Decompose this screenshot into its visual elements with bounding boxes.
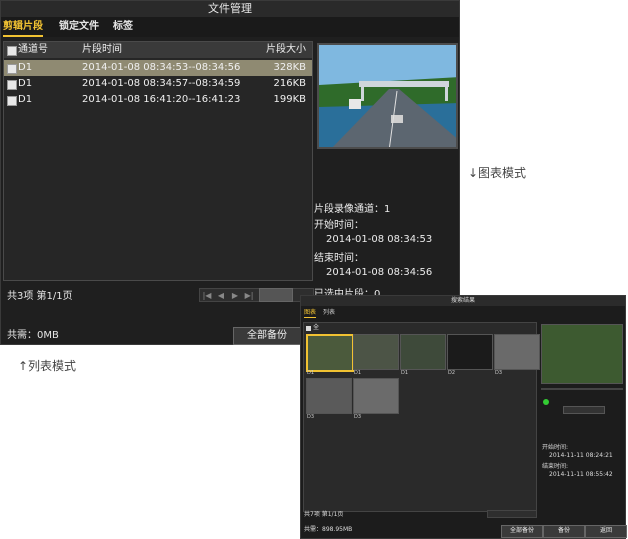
end-time-label: 结束时间： [314, 253, 364, 264]
channel-info: 片段录像通道：1 [314, 204, 391, 215]
select-all-checkbox[interactable] [7, 46, 17, 56]
pager: |◀ ◀ ▶ ▶| [199, 288, 314, 302]
list-mode-caption: ↑列表模式 [18, 359, 77, 373]
thumbnail[interactable] [306, 378, 352, 414]
file-manager-window: 文件管理 剪辑片段 锁定文件 标签 通道号 片段时间 片段大小 D1 2014-… [0, 0, 460, 345]
thumbnail[interactable] [353, 378, 399, 414]
video-preview[interactable] [541, 324, 623, 384]
playback-controls[interactable] [563, 406, 605, 414]
thumbnail-label: D1 [307, 370, 315, 376]
tab-tags[interactable]: 标签 [113, 19, 133, 35]
tab-list[interactable]: 列表 [323, 308, 335, 317]
play-status-icon [543, 399, 549, 405]
total-size: 共需：898.95MB [304, 526, 353, 533]
end-time-label: 结束时间: [542, 463, 569, 470]
row-size: 328KB [273, 62, 306, 73]
row-channel: D1 [18, 94, 33, 105]
list-header: 通道号 片段时间 片段大小 [4, 42, 312, 58]
timeline-bar[interactable] [541, 388, 623, 390]
highway-preview-image [319, 45, 456, 147]
thumbnail-label: D3 [495, 370, 503, 376]
row-size: 199KB [273, 94, 306, 105]
item-summary: 共7项 第1/1页 [304, 511, 344, 518]
end-time-value: 2014-11-11 08:55:42 [549, 471, 613, 478]
table-row[interactable]: D1 2014-01-08 08:34:57--08:34:59 216KB [4, 76, 312, 92]
backup-button[interactable]: 备份 [543, 525, 585, 538]
start-time-value: 2014-11-11 08:24:21 [549, 452, 613, 459]
row-time: 2014-01-08 08:34:53--08:34:56 [82, 62, 241, 73]
thumbnail[interactable] [400, 334, 446, 370]
tab-bar: 剪辑片段 锁定文件 标签 [1, 17, 459, 37]
select-all-label: 全 [313, 324, 320, 331]
search-results-window: 搜索结果 图表 列表 全 D1 D1 D1 D2 D3 D3 D3 开始时间: … [300, 295, 627, 539]
row-checkbox[interactable] [7, 96, 17, 106]
clip-list: 通道号 片段时间 片段大小 D1 2014-01-08 08:34:53--08… [3, 41, 313, 281]
thumbnail-label: D1 [354, 370, 362, 376]
item-summary: 共3项 第1/1页 [7, 291, 73, 302]
page-input[interactable] [259, 288, 293, 302]
select-all-checkbox[interactable] [306, 326, 311, 331]
column-channel[interactable]: 通道号 [18, 42, 48, 58]
window-title: 搜索结果 [301, 296, 625, 306]
column-size[interactable]: 片段大小 [266, 42, 306, 58]
row-channel: D1 [18, 78, 33, 89]
row-time: 2014-01-08 16:41:20--16:41:23 [82, 94, 241, 105]
table-row[interactable]: D1 2014-01-08 08:34:53--08:34:56 328KB [4, 60, 312, 76]
chart-mode-caption: ↓图表模式 [468, 166, 527, 180]
start-time-label: 开始时间: [542, 444, 569, 451]
end-time-value: 2014-01-08 08:34:56 [326, 267, 433, 278]
prev-page-icon[interactable]: ◀ [216, 291, 226, 301]
tab-clips[interactable]: 剪辑片段 [3, 19, 43, 37]
row-checkbox[interactable] [7, 64, 17, 74]
backup-all-button[interactable]: 全部备份 [233, 327, 301, 345]
last-page-icon[interactable]: ▶| [244, 291, 254, 301]
thumbnail[interactable] [353, 334, 399, 370]
total-size: 共需：0MB [7, 330, 59, 341]
thumbnail-grid: 全 D1 D1 D1 D2 D3 D3 D3 [303, 322, 540, 512]
table-row[interactable]: D1 2014-01-08 16:41:20--16:41:23 199KB [4, 92, 312, 108]
start-time-value: 2014-01-08 08:34:53 [326, 234, 433, 245]
thumbnail-label: D2 [448, 370, 456, 376]
thumbnail-label: D3 [354, 414, 362, 420]
row-time: 2014-01-08 08:34:57--08:34:59 [82, 78, 241, 89]
row-checkbox[interactable] [7, 80, 17, 90]
column-time[interactable]: 片段时间 [82, 42, 122, 58]
back-button[interactable]: 返回 [585, 525, 627, 538]
row-size: 216KB [273, 78, 306, 89]
row-channel: D1 [18, 62, 33, 73]
thumbnail[interactable] [306, 334, 354, 372]
start-time-label: 开始时间： [314, 220, 364, 231]
thumbnail[interactable] [447, 334, 493, 370]
backup-all-button[interactable]: 全部备份 [501, 525, 543, 538]
thumbnail[interactable] [494, 334, 540, 370]
window-title: 文件管理 [1, 1, 459, 17]
first-page-icon[interactable]: |◀ [202, 291, 212, 301]
next-page-icon[interactable]: ▶ [230, 291, 240, 301]
tab-locked-files[interactable]: 锁定文件 [59, 19, 99, 35]
thumbnail-label: D3 [307, 414, 315, 420]
thumbnail-label: D1 [401, 370, 409, 376]
tab-chart[interactable]: 图表 [304, 308, 317, 318]
video-preview[interactable] [317, 43, 458, 149]
pager[interactable] [487, 510, 537, 518]
